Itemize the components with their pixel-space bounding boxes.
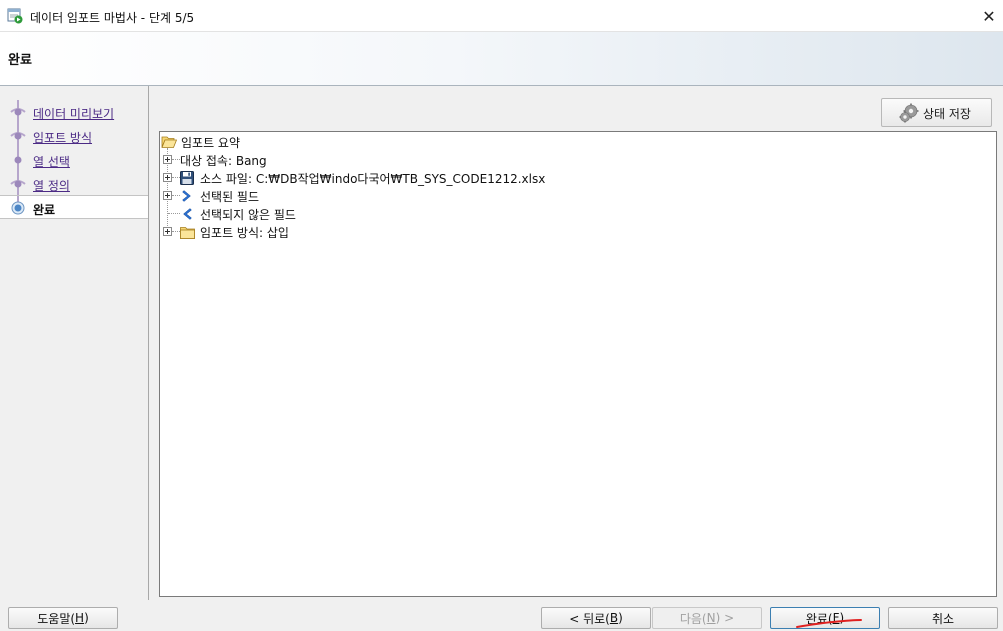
- import-summary-tree[interactable]: 임포트 요약 대상 접속: Bang 소스 파일: C:₩DB작업₩indo다국…: [159, 131, 997, 597]
- step-label: 열 정의: [33, 179, 70, 193]
- tree-node-selected-fields[interactable]: 선택된 필드: [180, 187, 259, 205]
- step-import-method[interactable]: 임포트 방식: [0, 124, 148, 148]
- step-label: 완료: [33, 203, 56, 217]
- next-mnemonic: N: [706, 611, 716, 625]
- save-state-label: 상태 저장: [923, 107, 971, 121]
- tree-expand-toggle[interactable]: [163, 173, 172, 182]
- close-icon: ✕: [982, 6, 996, 26]
- tree-expand-toggle[interactable]: [163, 191, 172, 200]
- tree-connector: [172, 195, 180, 196]
- import-wizard-app-icon: [7, 8, 23, 24]
- chevron-right-icon: [182, 190, 191, 202]
- next-suffix: ) >: [715, 611, 735, 625]
- step-label: 임포트 방식: [33, 131, 93, 145]
- help-button[interactable]: 도움말(H): [8, 607, 118, 629]
- red-underline-annotation: [796, 619, 862, 628]
- tree-connector: [172, 159, 180, 160]
- window-titlebar: 데이터 임포트 마법사 - 단계 5/5 ✕: [0, 0, 1003, 32]
- tree-node-source-file[interactable]: 소스 파일: C:₩DB작업₩indo다국어₩TB_SYS_CODE1212.x…: [180, 169, 545, 187]
- save-state-button[interactable]: 상태 저장: [881, 98, 992, 127]
- tree-node-label: 선택된 필드: [200, 189, 260, 204]
- folder-open-icon: [161, 136, 177, 148]
- window-title: 데이터 임포트 마법사 - 단계 5/5: [30, 11, 195, 25]
- tree-root-node[interactable]: 임포트 요약: [160, 133, 240, 151]
- tree-connector: [168, 213, 180, 214]
- step-data-preview[interactable]: 데이터 미리보기: [0, 100, 148, 124]
- wizard-header: 완료: [0, 32, 1003, 86]
- back-mnemonic: B: [609, 611, 619, 625]
- tree-node-unselected-fields[interactable]: 선택되지 않은 필드: [180, 205, 296, 223]
- help-label: 도움말(: [37, 611, 76, 626]
- tree-node-import-method[interactable]: 임포트 방식: 삽입: [180, 223, 289, 241]
- tree-expand-toggle[interactable]: [163, 155, 172, 164]
- tree-node-label: 임포트 요약: [181, 135, 241, 150]
- step-done-marker-icon: [10, 172, 26, 196]
- step-column-definition[interactable]: 열 정의: [0, 172, 148, 196]
- step-done-marker-icon: [14, 148, 22, 172]
- wizard-steps-panel: 데이터 미리보기 임포트 방식 열 선택 열 정의 완료: [0, 86, 149, 600]
- tree-connector: [172, 231, 180, 232]
- close-button[interactable]: ✕: [975, 0, 1003, 32]
- tree-expand-toggle[interactable]: [163, 227, 172, 236]
- back-label: < 뒤로(: [569, 611, 610, 626]
- cancel-label: 취소: [931, 611, 955, 626]
- page-title: 완료: [8, 53, 32, 68]
- tree-node-label: 임포트 방식: 삽입: [200, 225, 289, 240]
- step-current-marker-icon: [11, 196, 25, 215]
- tree-node-label: 대상 접속: Bang: [180, 153, 267, 168]
- tree-node-label: 선택되지 않은 필드: [200, 207, 296, 222]
- step-done-marker-icon: [10, 100, 26, 124]
- next-label: 다음(: [679, 611, 707, 626]
- back-suffix: ): [618, 611, 623, 625]
- floppy-disk-icon: [180, 171, 194, 185]
- tree-node-label: 소스 파일: C:₩DB작업₩indo다국어₩TB_SYS_CODE1212.x…: [200, 171, 546, 186]
- tree-connector: [172, 177, 180, 178]
- step-label: 데이터 미리보기: [33, 107, 115, 121]
- chevron-left-icon: [183, 208, 192, 220]
- folder-icon: [180, 226, 195, 239]
- step-finish: 완료: [0, 195, 148, 219]
- step-done-marker-icon: [10, 124, 26, 148]
- step-label: 열 선택: [33, 155, 70, 169]
- help-suffix: ): [84, 611, 89, 625]
- tree-node-target-connection[interactable]: 대상 접속: Bang: [180, 151, 267, 169]
- back-button[interactable]: < 뒤로(B): [541, 607, 651, 629]
- next-button[interactable]: 다음(N) >: [652, 607, 762, 629]
- help-mnemonic: H: [75, 611, 85, 625]
- cancel-button[interactable]: 취소: [888, 607, 998, 629]
- gears-icon: [899, 103, 919, 123]
- step-column-select[interactable]: 열 선택: [0, 148, 148, 172]
